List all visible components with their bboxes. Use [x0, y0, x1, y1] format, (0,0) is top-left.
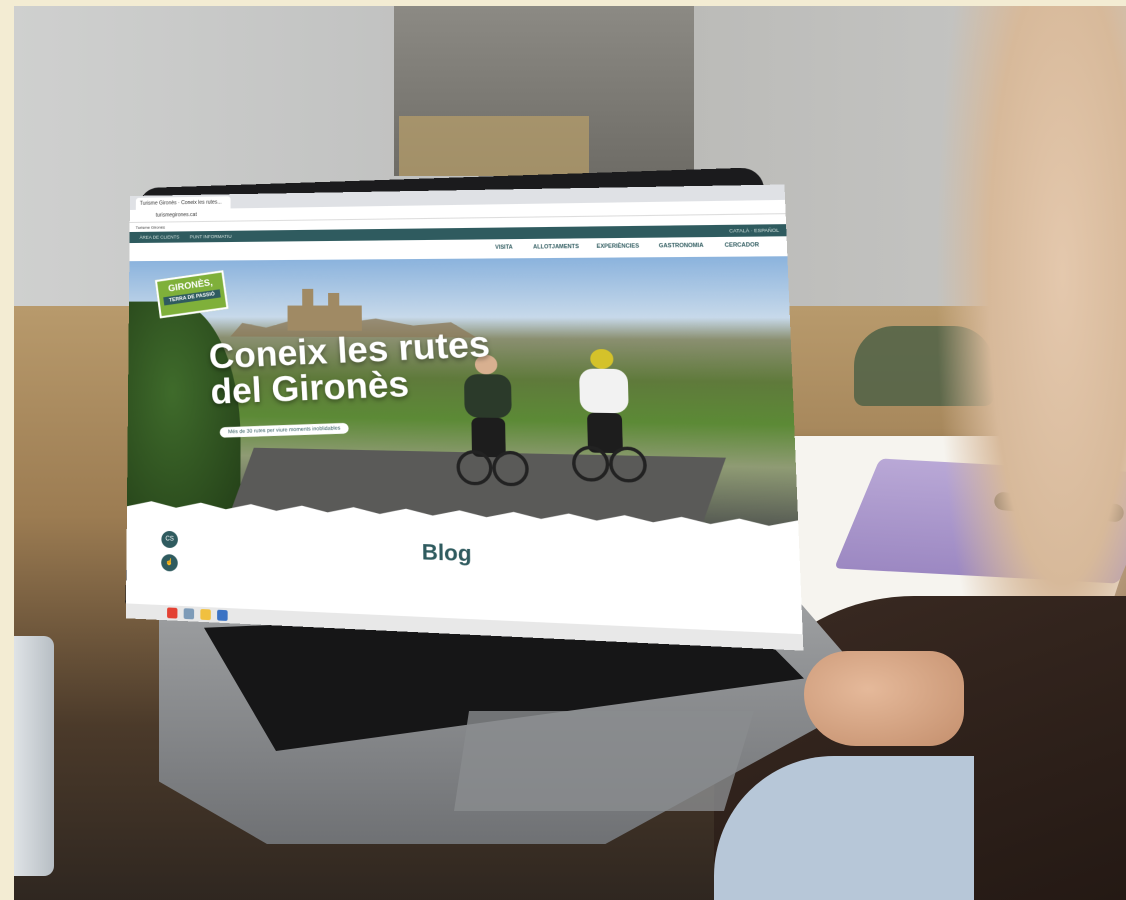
- laptop-screen: Turisme Gironès · Coneix les rutes... tu…: [125, 184, 804, 651]
- app-icon[interactable]: [217, 609, 228, 621]
- photo-scene: Turisme Gironès · Coneix les rutes... tu…: [14, 6, 1126, 900]
- site-logo[interactable]: GIRONÈS, TERRA DE PASSIÓ: [154, 270, 229, 319]
- nav-item-allotjaments[interactable]: ALLOTJAMENTS: [533, 244, 579, 251]
- coffee-cup: [14, 636, 54, 876]
- hero-banner: GIRONÈS, TERRA DE PASSIÓ Coneix les rute…: [126, 256, 799, 540]
- bike-wheel: [492, 450, 530, 487]
- castle: [287, 289, 361, 331]
- doorway-floor: [399, 116, 589, 176]
- bookmark-item[interactable]: Turisme Gironès: [136, 225, 165, 230]
- hero-title: Coneix les rutes del Gironès: [208, 324, 494, 412]
- laptop-trackpad: [454, 711, 754, 811]
- nav-item-cercador[interactable]: CERCADOR: [725, 242, 760, 249]
- language-switch[interactable]: CATALÀ · ESPAÑOL: [729, 224, 779, 237]
- folder-icon[interactable]: [200, 608, 211, 621]
- accessibility-button[interactable]: ☝: [161, 553, 178, 572]
- nav-item-visita[interactable]: VISITA: [495, 244, 513, 251]
- topbar-link-info[interactable]: PUNT INFORMATIU: [190, 231, 232, 243]
- hand: [804, 651, 964, 746]
- url-text[interactable]: turismegirones.cat: [156, 207, 471, 220]
- cookie-settings-button[interactable]: CS: [161, 530, 178, 549]
- nav-item-experiencies[interactable]: EXPERIÈNCIES: [596, 243, 639, 250]
- chrome-icon[interactable]: [167, 607, 178, 619]
- bike-wheel: [608, 446, 648, 483]
- nav-item-gastronomia[interactable]: GASTRONOMIA: [659, 243, 704, 250]
- cyclist-jersey: [579, 368, 629, 414]
- app-icon[interactable]: [183, 608, 195, 620]
- cyclist-helmet: [590, 348, 614, 369]
- topbar-link-clients[interactable]: ÀREA DE CLIENTS: [139, 231, 180, 243]
- bike-wheel: [456, 449, 493, 486]
- bike-wheel: [571, 445, 610, 482]
- cyclist-right: [569, 348, 648, 483]
